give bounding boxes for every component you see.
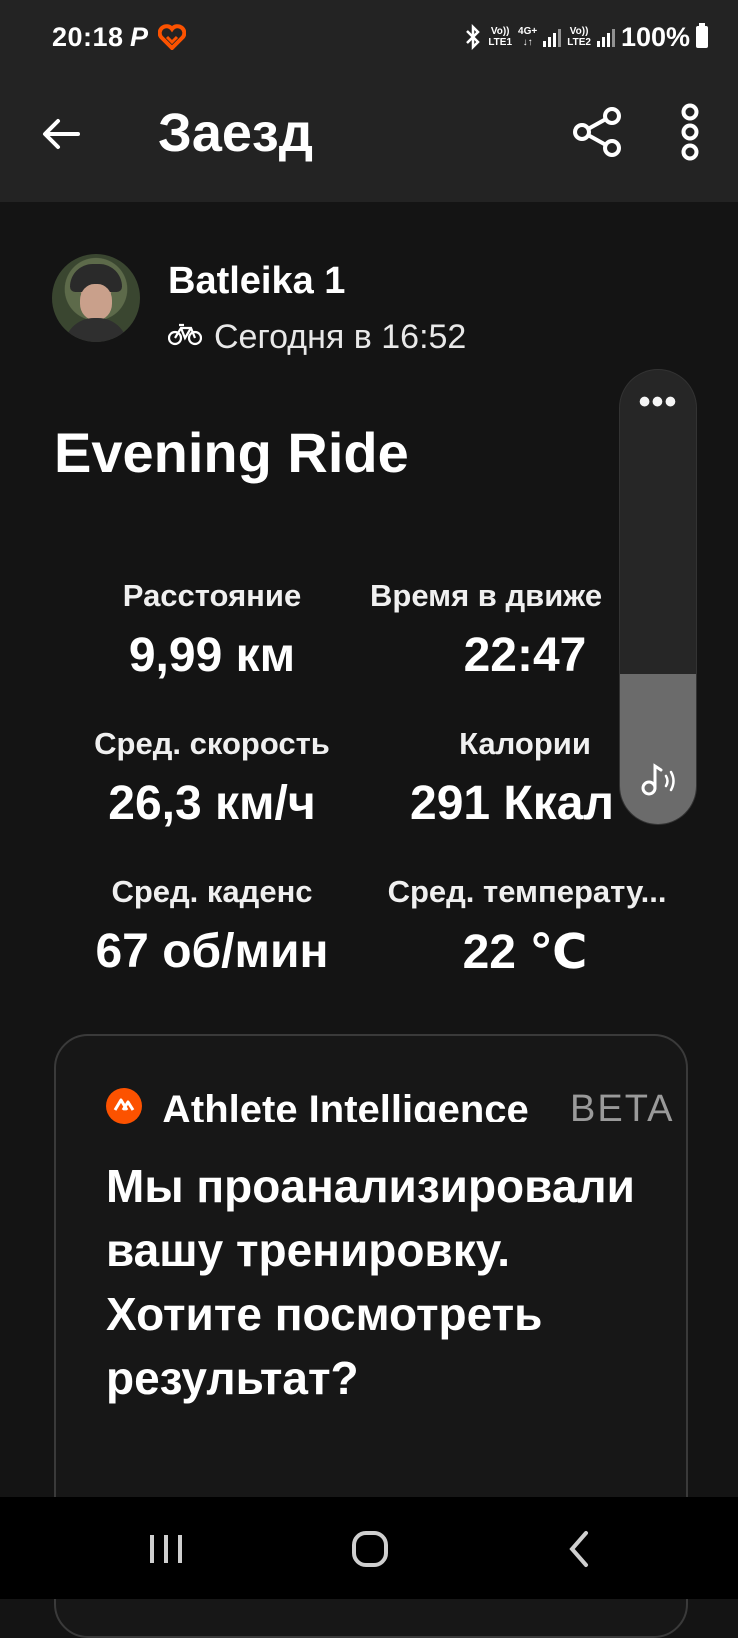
activity-title: Evening Ride bbox=[54, 421, 409, 484]
stat-value-cadence: 67 об/мин bbox=[95, 925, 329, 978]
heart-icon bbox=[158, 24, 186, 50]
network-lte1: Vo)) LTE1 bbox=[488, 26, 513, 48]
status-bar: 20:18 P Vo)) LTE1 4G+ ↓↑ Vo)) LTE2 100% bbox=[0, 0, 738, 80]
athlete-name[interactable]: Batleika 1 bbox=[168, 260, 345, 303]
stat-value-distance: 9,99 км bbox=[128, 629, 296, 682]
bike-icon bbox=[168, 323, 202, 346]
stat-label-temperature: Сред. температу... bbox=[387, 874, 667, 909]
signal-icon bbox=[543, 27, 562, 47]
battery-icon bbox=[696, 23, 708, 48]
nav-back-icon[interactable] bbox=[566, 1529, 592, 1569]
volume-menu-icon[interactable]: ••• bbox=[620, 385, 696, 419]
status-time: 20:18 bbox=[52, 22, 124, 52]
stat-label-moving-time: Время в движе bbox=[370, 578, 603, 613]
home-icon[interactable] bbox=[350, 1529, 390, 1569]
volume-slider[interactable]: ••• bbox=[620, 370, 696, 824]
bluetooth-icon bbox=[466, 24, 481, 50]
network-lte2: Vo)) LTE2 bbox=[567, 26, 591, 48]
signal-icon-2 bbox=[596, 27, 615, 47]
battery-percent: 100% bbox=[620, 21, 690, 52]
stat-label-avg-speed: Сред. скорость bbox=[94, 726, 330, 761]
app-notification-icon: P bbox=[130, 22, 149, 52]
card-text: Мы проанализировали вашу тренировку. Хот… bbox=[106, 1160, 635, 1404]
stat-label-cadence: Сред. каденс bbox=[111, 874, 313, 909]
app-bar: Заезд bbox=[0, 80, 738, 202]
avatar[interactable] bbox=[52, 254, 140, 342]
system-nav-bar bbox=[0, 1497, 738, 1599]
activity-time: Сегодня в 16:52 bbox=[214, 318, 467, 356]
network-4g: 4G+ ↓↑ bbox=[518, 26, 538, 48]
recent-apps-icon[interactable] bbox=[148, 1531, 184, 1567]
more-vertical-icon[interactable] bbox=[670, 102, 710, 162]
card-title: Athlete Intelligence bbox=[162, 1088, 529, 1122]
strava-logo-icon bbox=[106, 1088, 142, 1124]
stat-value-avg-speed: 26,3 км/ч bbox=[108, 777, 316, 830]
volume-level bbox=[620, 674, 696, 824]
page-title: Заезд bbox=[158, 103, 314, 163]
stat-value-temperature: 22 ℃ bbox=[462, 926, 588, 979]
status-icons: Vo)) LTE1 4G+ ↓↑ Vo)) LTE2 100% bbox=[464, 22, 708, 52]
music-volume-icon[interactable] bbox=[638, 758, 680, 800]
stat-label-distance: Расстояние bbox=[122, 578, 302, 613]
beta-badge: BETA bbox=[570, 1088, 675, 1122]
share-icon[interactable] bbox=[570, 104, 626, 160]
back-button[interactable] bbox=[38, 110, 86, 158]
